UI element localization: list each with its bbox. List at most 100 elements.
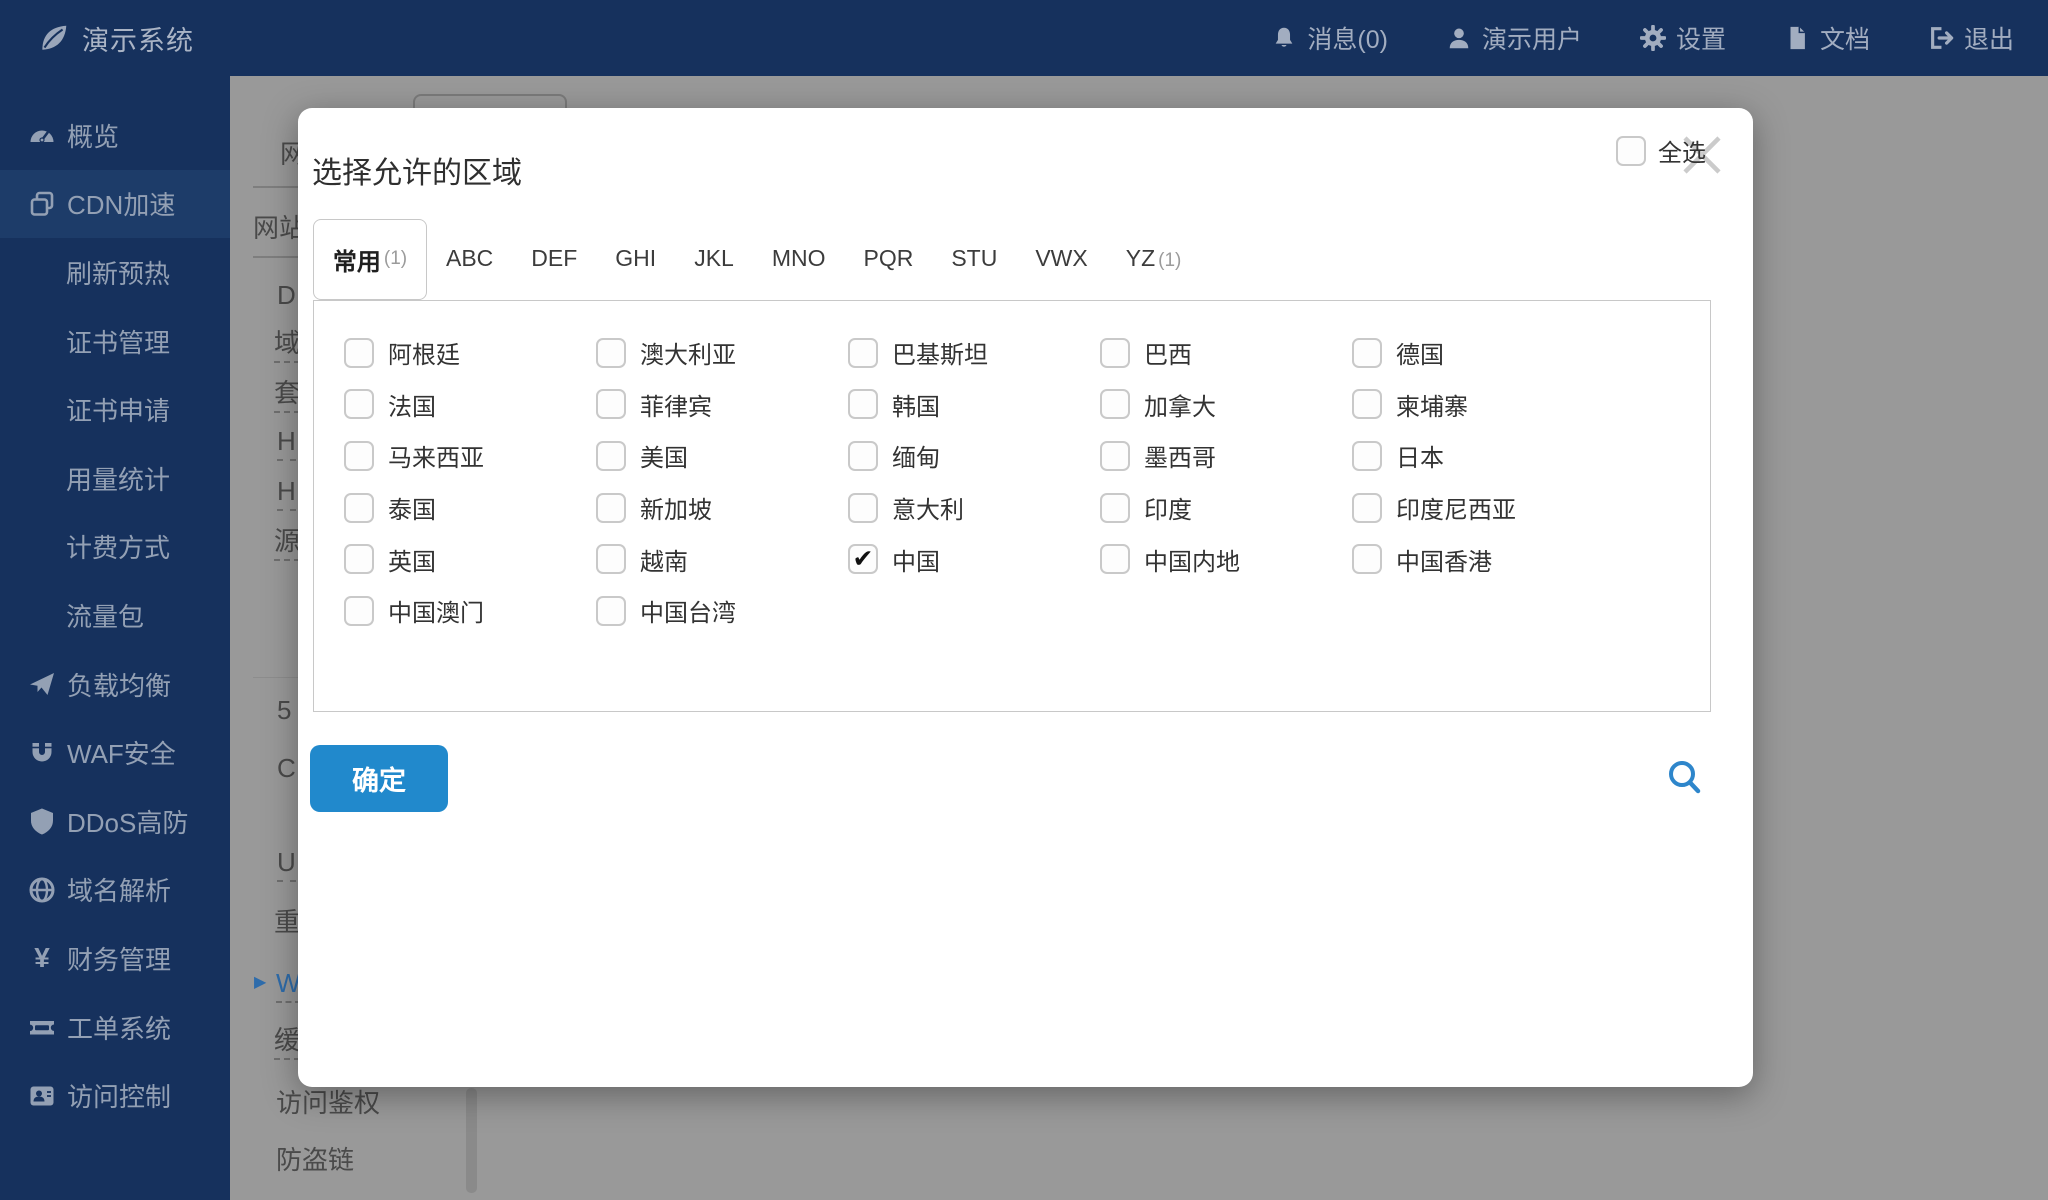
tab-mno[interactable]: MNO [753, 245, 845, 272]
tab-pqr[interactable]: PQR [845, 245, 933, 272]
checkbox[interactable] [596, 492, 626, 523]
checkbox[interactable] [1352, 492, 1382, 523]
sidebar-item-waf[interactable]: WAF安全 [0, 718, 230, 787]
user-menu-item[interactable]: 演示用户 [1446, 20, 1582, 56]
checkbox[interactable] [1352, 544, 1382, 575]
tab-stu[interactable]: STU [932, 245, 1016, 272]
logout-label: 退出 [1963, 26, 2014, 54]
checkbox[interactable] [344, 389, 374, 420]
checkbox[interactable] [1352, 389, 1382, 420]
country-item-mexico[interactable]: 墨西哥 [1100, 430, 1352, 482]
sidebar-subitem-traffic-pack[interactable]: 流量包 [0, 581, 230, 650]
checkbox[interactable] [596, 595, 626, 626]
sidebar-item-tickets[interactable]: 工单系统 [0, 993, 230, 1062]
checkbox[interactable] [1100, 440, 1130, 471]
country-item-cambodia[interactable]: 柬埔寨 [1352, 379, 1604, 431]
sidebar-item-access-control[interactable]: 访问控制 [0, 1061, 230, 1130]
tab-common[interactable]: 常用 (1) [313, 218, 427, 300]
sidebar-item-cdn[interactable]: CDN加速 [0, 169, 230, 239]
checkbox[interactable] [1100, 337, 1130, 368]
country-label: 加拿大 [1144, 393, 1216, 421]
sidebar-item-finance[interactable]: ¥ 财务管理 [0, 924, 230, 993]
sidebar-subitem-billing-mode[interactable]: 计费方式 [0, 513, 230, 582]
country-item-singapore[interactable]: 新加坡 [596, 482, 848, 534]
checkbox[interactable] [596, 440, 626, 471]
checkbox[interactable] [344, 492, 374, 523]
tab-label: PQR [863, 244, 914, 271]
country-item-myanmar[interactable]: 缅甸 [848, 430, 1100, 482]
tab-vwx[interactable]: VWX [1016, 245, 1106, 272]
country-label: 印度尼西亚 [1396, 497, 1516, 525]
select-all-checkbox[interactable] [1616, 135, 1646, 166]
country-item-uk[interactable]: 英国 [344, 533, 596, 585]
sidebar-subitem-refresh-prewarm[interactable]: 刷新预热 [0, 238, 230, 307]
sidebar-item-load-balance[interactable]: 负载均衡 [0, 650, 230, 719]
sidebar-subitem-cert-apply[interactable]: 证书申请 [0, 375, 230, 444]
tab-yz[interactable]: YZ (1) [1107, 245, 1201, 272]
country-item-brazil[interactable]: 巴西 [1100, 327, 1352, 379]
country-item-france[interactable]: 法国 [344, 379, 596, 431]
country-item-china-macau[interactable]: 中国澳门 [344, 585, 596, 637]
country-item-australia[interactable]: 澳大利亚 [596, 327, 848, 379]
search-icon[interactable] [1665, 758, 1705, 798]
checkbox[interactable] [848, 492, 878, 523]
country-item-indonesia[interactable]: 印度尼西亚 [1352, 482, 1604, 534]
country-item-pakistan[interactable]: 巴基斯坦 [848, 327, 1100, 379]
country-item-korea[interactable]: 韩国 [848, 379, 1100, 431]
tab-ghi[interactable]: GHI [596, 245, 675, 272]
checkbox[interactable] [1352, 440, 1382, 471]
confirm-button[interactable]: 确定 [310, 745, 448, 812]
tab-abc[interactable]: ABC [427, 245, 512, 272]
country-item-china-taiwan[interactable]: 中国台湾 [596, 585, 848, 637]
tab-def[interactable]: DEF [512, 245, 596, 272]
country-item-china[interactable]: ✔ 中国 [848, 533, 1100, 585]
country-item-argentina[interactable]: 阿根廷 [344, 327, 596, 379]
checkbox[interactable] [848, 337, 878, 368]
sidebar-subitem-usage-stats[interactable]: 用量统计 [0, 444, 230, 513]
country-item-thailand[interactable]: 泰国 [344, 482, 596, 534]
checkbox[interactable] [344, 595, 374, 626]
dashboard-icon [28, 121, 56, 149]
id-card-icon [28, 1082, 56, 1110]
docs-menu-item[interactable]: 文档 [1784, 20, 1870, 56]
settings-menu-item[interactable]: 设置 [1639, 20, 1726, 56]
country-item-vietnam[interactable]: 越南 [596, 533, 848, 585]
country-item-china-mainland[interactable]: 中国内地 [1100, 533, 1352, 585]
checkbox[interactable] [848, 440, 878, 471]
sidebar-item-ddos[interactable]: DDoS高防 [0, 787, 230, 856]
tab-jkl[interactable]: JKL [675, 245, 753, 272]
checkbox[interactable] [344, 544, 374, 575]
checkbox[interactable] [344, 440, 374, 471]
tab-count: (1) [383, 248, 408, 269]
country-item-india[interactable]: 印度 [1100, 482, 1352, 534]
country-label: 马来西亚 [388, 445, 484, 473]
brand[interactable]: 演示系统 [36, 0, 194, 76]
country-item-germany[interactable]: 德国 [1352, 327, 1604, 379]
logout-menu-item[interactable]: 退出 [1928, 20, 2014, 56]
checkbox[interactable] [1100, 389, 1130, 420]
checkbox[interactable] [344, 337, 374, 368]
country-item-china-hongkong[interactable]: 中国香港 [1352, 533, 1604, 585]
checkbox[interactable] [1100, 544, 1130, 575]
checkbox[interactable] [848, 389, 878, 420]
country-label: 韩国 [892, 393, 940, 421]
country-label: 阿根廷 [388, 342, 460, 370]
country-item-italy[interactable]: 意大利 [848, 482, 1100, 534]
checkbox[interactable] [1100, 492, 1130, 523]
select-all-control[interactable]: 全选 [1616, 133, 1706, 168]
sidebar-subitem-label: 证书申请 [66, 396, 171, 427]
sidebar-item-overview[interactable]: 概览 [0, 101, 230, 170]
sidebar-subitem-cert-manage[interactable]: 证书管理 [0, 307, 230, 376]
country-item-usa[interactable]: 美国 [596, 430, 848, 482]
checkbox[interactable] [596, 544, 626, 575]
country-item-philippines[interactable]: 菲律宾 [596, 379, 848, 431]
country-item-canada[interactable]: 加拿大 [1100, 379, 1352, 431]
checkbox[interactable] [1352, 337, 1382, 368]
messages-menu-item[interactable]: 消息(0) [1271, 20, 1388, 56]
checkbox-checked[interactable]: ✔ [848, 544, 878, 575]
checkbox[interactable] [596, 337, 626, 368]
country-item-malaysia[interactable]: 马来西亚 [344, 430, 596, 482]
checkbox[interactable] [596, 389, 626, 420]
country-item-japan[interactable]: 日本 [1352, 430, 1604, 482]
sidebar-item-dns[interactable]: 域名解析 [0, 856, 230, 925]
